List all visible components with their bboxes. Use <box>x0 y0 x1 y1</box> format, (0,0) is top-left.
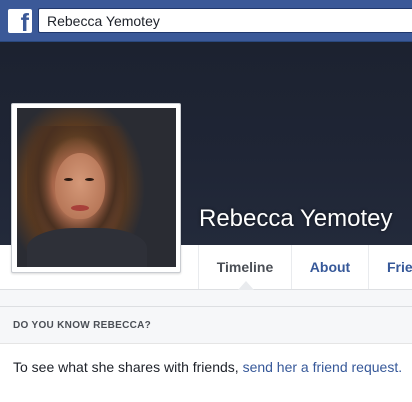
profile-picture-lips <box>71 205 89 211</box>
profile-picture-clothing <box>27 228 147 267</box>
profile-name[interactable]: Rebecca Yemotey <box>199 205 392 233</box>
know-card-text: To see what she shares with friends, sen… <box>13 359 402 375</box>
tab-friends[interactable]: Frie <box>368 245 412 289</box>
top-bar: f <box>0 0 412 42</box>
facebook-logo-letter: f <box>20 9 29 34</box>
profile-picture[interactable] <box>17 108 176 267</box>
facebook-icon[interactable]: f <box>8 9 32 33</box>
profile-picture-eye <box>85 178 94 181</box>
know-card-title: DO YOU KNOW REBECCA? <box>13 320 152 331</box>
friend-request-link[interactable]: send her a friend request. <box>243 359 403 375</box>
search-input[interactable] <box>38 8 412 33</box>
profile-picture-eye <box>64 178 73 181</box>
know-card-text-prefix: To see what she shares with friends, <box>13 359 243 375</box>
active-tab-caret <box>238 281 254 290</box>
tab-about[interactable]: About <box>291 245 368 289</box>
